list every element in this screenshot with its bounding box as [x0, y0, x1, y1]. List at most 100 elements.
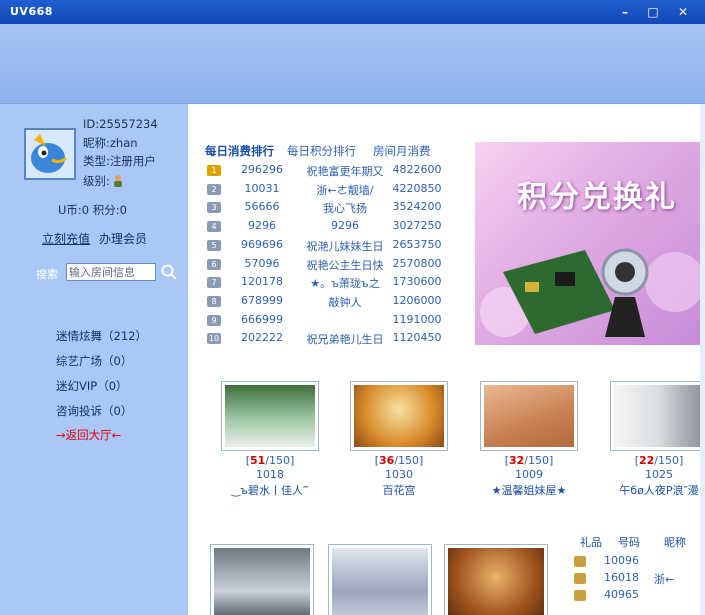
user-id: ID:25557234 — [83, 117, 158, 131]
member-link[interactable]: 办理会员 — [99, 230, 147, 247]
left-panel: ID:25557234 昵称:zhan 类型:注册用户 级别: U币:0 积分:… — [0, 104, 188, 615]
vertical-scrollbar[interactable] — [700, 104, 705, 615]
room-number: 1030 — [385, 468, 413, 481]
room-max: /150] — [654, 454, 684, 467]
room-occupancy: [22/150] — [634, 454, 684, 467]
avatar[interactable] — [24, 128, 76, 180]
rank-number-icon: 5 — [207, 239, 221, 251]
gift-icon — [574, 556, 586, 567]
rank-nickname: 祝兄弟艳儿生日 — [306, 333, 384, 347]
gift-header-item: 礼品 — [580, 536, 602, 549]
rank-room-id: 296296 — [241, 163, 283, 176]
rank-number-icon: 4 — [207, 221, 221, 233]
room-thumbnail[interactable] — [444, 544, 548, 615]
gift-header-number: 号码 — [618, 536, 640, 549]
room-category-vip[interactable]: 迷幻VIP（0） — [56, 378, 128, 394]
ranking-row[interactable]: 7 120178 ★。ъ萧珑ъ之 1730600 — [205, 275, 445, 293]
room-thumbnail[interactable] — [210, 544, 314, 615]
gift-list: 礼品 号码 昵称 10096 16018 浙← 40965 — [568, 534, 700, 615]
search-icon[interactable] — [160, 263, 178, 281]
rank-number-icon: 7 — [207, 277, 221, 289]
level-badge-icon — [113, 175, 122, 187]
ranking-row[interactable]: 8 678999 敲钟人 1206000 — [205, 294, 445, 312]
room-thumbnail[interactable] — [350, 381, 448, 451]
ranking-row[interactable]: 9 666999 1191000 — [205, 313, 445, 331]
ranking-row[interactable]: 4 9296 9296 3027250 — [205, 219, 445, 237]
tab-daily-points[interactable]: 每日积分排行 — [287, 143, 356, 159]
room-thumbnail[interactable] — [480, 381, 578, 451]
room-current: 22 — [638, 454, 655, 467]
rank-nickname: ★。ъ萧珑ъ之 — [310, 277, 380, 291]
rank-room-id: 10031 — [244, 181, 280, 195]
ranking-row[interactable]: 3 56666 我心飞扬 3524200 — [205, 200, 445, 218]
room-number: 1018 — [256, 468, 284, 481]
gift-icon — [574, 590, 586, 601]
maximize-button[interactable]: □ — [642, 3, 664, 21]
rank-value: 1730600 — [392, 275, 442, 289]
minimize-button[interactable]: – — [614, 3, 636, 21]
rank-room-id: 9296 — [248, 219, 276, 233]
room-thumbnail[interactable] — [610, 381, 700, 451]
room-max: /150] — [394, 454, 424, 467]
room-current: 51 — [249, 454, 266, 467]
back-to-lobby-link[interactable]: →返回大厅← — [56, 427, 121, 443]
rank-room-id: 678999 — [241, 293, 283, 307]
ranking-row[interactable]: 1 296296 祝艳富更年期又 4822600 — [205, 163, 445, 181]
user-nickname: 昵称:zhan — [83, 136, 138, 150]
room-current: 32 — [508, 454, 525, 467]
ranking-row[interactable]: 2 10031 浙←ㄜ靓墙/4220850 — [205, 182, 445, 200]
room-category-complaint[interactable]: 咨询投诉（0） — [56, 403, 132, 419]
rank-number-icon: 8 — [207, 295, 221, 307]
top-banner — [0, 24, 705, 104]
rank-value: 1191000 — [392, 312, 442, 326]
promo-banner[interactable]: 积分兑换礼 — [475, 142, 700, 345]
rank-nickname: 敲钟人 — [328, 295, 362, 309]
gift-number: 40965 — [604, 588, 639, 601]
rank-value: 2570800 — [392, 256, 442, 270]
rank-room-id: 666999 — [241, 312, 283, 326]
rank-room-id: 56666 — [244, 200, 280, 214]
rank-value: 3524200 — [392, 200, 442, 214]
room-max: /150] — [524, 454, 554, 467]
rank-nickname: 祝滟儿妹妹生日 — [306, 239, 384, 253]
search-input[interactable] — [66, 263, 156, 281]
rank-room-id: 969696 — [241, 237, 283, 251]
room-name[interactable]: 午бø人夜P浪″漫 — [610, 482, 700, 498]
coins-points: U币:0 积分:0 — [58, 203, 127, 217]
room-name[interactable]: ★温馨姐妹屋★ — [480, 482, 578, 498]
rank-value: 4220850 — [392, 181, 442, 195]
room-thumbnail[interactable] — [328, 544, 432, 615]
rank-number-icon: 1 — [207, 165, 221, 176]
promo-products-image — [480, 248, 700, 337]
room-category-zygc[interactable]: 综艺广场（0） — [56, 353, 132, 369]
rank-number-icon: 3 — [207, 202, 221, 214]
gift-header-nickname: 昵称 — [664, 536, 686, 549]
room-number: 1009 — [515, 468, 543, 481]
rank-number-icon: 6 — [207, 258, 221, 270]
rank-room-id: 57096 — [244, 256, 280, 270]
room-category-mqxw[interactable]: 迷情炫舞（212） — [56, 328, 147, 344]
gift-number: 16018 — [604, 571, 639, 584]
ranking-row[interactable]: 5 969696 祝滟儿妹妹生日 2653750 — [205, 238, 445, 256]
rank-room-id: 120178 — [241, 275, 283, 289]
recharge-link[interactable]: 立刻充值 — [42, 230, 90, 247]
room-number: 1025 — [645, 468, 673, 481]
close-button[interactable]: ✕ — [672, 3, 694, 21]
user-type: 类型:注册用户 — [83, 154, 156, 168]
rank-nickname: 浙←ㄜ靓墙/ — [316, 183, 374, 197]
user-level: 级别: — [83, 173, 124, 189]
ranking-row[interactable]: 6 57096 祝艳公主生日快 2570800 — [205, 257, 445, 275]
tab-daily-spend[interactable]: 每日消费排行 — [205, 143, 274, 159]
room-name[interactable]: ‿ъ碧水丨佳人‴ — [221, 482, 319, 498]
room-thumbnail[interactable] — [221, 381, 319, 451]
ranking-row[interactable]: 10 202222 祝兄弟艳儿生日 1120450 — [205, 331, 445, 349]
room-current: 36 — [378, 454, 395, 467]
rank-number-icon: 2 — [207, 183, 221, 195]
user-level-label: 级别: — [83, 174, 110, 188]
room-name[interactable]: 百花宫 — [350, 482, 448, 498]
tab-room-monthly[interactable]: 房间月消费 — [373, 143, 431, 159]
gift-row: 40965 — [568, 588, 700, 604]
rank-nickname: 祝艳公主生日快 — [306, 258, 384, 272]
rank-number-icon: 9 — [207, 314, 221, 326]
search-label: 搜索 — [36, 268, 58, 281]
